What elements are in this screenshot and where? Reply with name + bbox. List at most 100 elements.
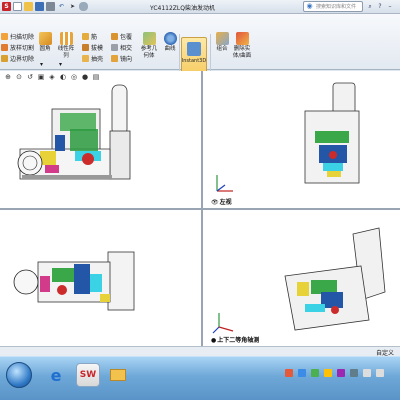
new-document-icon[interactable] [13,2,22,11]
wrap-icon [111,32,118,40]
mirror-icon [111,54,118,62]
linear-pattern-button[interactable]: 线性阵 列 [54,32,78,60]
view-name: 左视 [219,199,232,206]
tray-icon[interactable] [324,369,332,377]
help-buttons: ⌕ ? – [366,2,394,11]
view-orientation-icon[interactable]: ◈ [48,73,56,81]
zoom-area-icon[interactable]: ⊙ [15,73,23,81]
appearance-icon[interactable]: ● [81,73,89,81]
fillet-dropdown-icon[interactable]: ▾ [40,61,43,68]
sweep-cut-icon [1,32,8,40]
combine-label: 组合 [216,46,228,52]
network-icon[interactable] [363,369,371,377]
intersect-icon [111,43,118,51]
sweep-cut-button[interactable]: 扫描切除 [1,31,34,41]
delete-body-button[interactable]: 删除实 体/曲面 [230,32,254,60]
engine-model-top [13,251,135,311]
options-icon[interactable] [79,2,88,11]
open-folder-icon[interactable] [24,2,33,11]
minimize-icon[interactable]: – [386,2,394,11]
search-icon: ◉ [306,2,313,10]
view-toolbar: ⊕ ⊙ ↺ ▣ ◈ ◐ ◎ ● ▤ [4,72,100,82]
system-tray [285,369,384,377]
print-icon[interactable] [46,2,55,11]
curves-icon [163,32,177,45]
select-arrow-icon[interactable]: ➤ [68,2,77,11]
volume-icon[interactable] [376,369,384,377]
ribbon-dropdowns: ▾ ▾ [40,59,62,69]
zoom-fit-icon[interactable]: ⊕ [4,73,12,81]
tray-icon[interactable] [298,369,306,377]
search-box[interactable]: ◉ 搜索知识库和文件 [303,1,363,12]
instant3d-label: Instant3D [181,58,207,64]
boundary-cut-button[interactable]: 边界切除 [1,53,34,63]
solidworks-logo-icon[interactable]: S [2,2,11,11]
fillet-label: 圆角 [39,46,51,52]
solidworks-taskbar-icon[interactable]: SW [76,363,100,387]
linear-pattern-icon [59,32,73,45]
tray-icon[interactable] [311,369,319,377]
mirror-label: 镜向 [120,55,133,63]
axis-triad [212,313,234,334]
windows-start-orb[interactable] [6,362,32,388]
tray-icon[interactable] [350,369,358,377]
rib-button[interactable]: 筋 [82,31,97,41]
window-title: YC4112ZLQ柴油发动机 [150,5,215,12]
reference-geometry-label: 参考几 何体 [140,46,158,59]
undo-icon[interactable]: ↶ [57,2,66,11]
reference-geometry-icon [142,32,156,45]
shell-icon [82,54,89,62]
view-label: ●上下二等角轴测 [211,335,259,344]
wrap-button[interactable]: 包覆 [111,31,132,41]
tray-icon[interactable] [337,369,345,377]
viewport-splitter-horizontal[interactable] [0,208,400,210]
mirror-button[interactable]: 镜向 [111,53,132,63]
title-bar: S ↶ ➤ YC4112ZLQ柴油发动机 ◉ 搜索知识库和文件 ⌕ ? – [0,0,400,14]
save-icon[interactable] [35,2,44,11]
loft-cut-label: 放样切割 [10,44,35,52]
viewport-left[interactable]: 👁左视 [203,71,400,208]
pattern-dropdown-icon[interactable]: ▾ [59,61,62,68]
help-icon[interactable]: ? [376,2,384,11]
view-label: 👁左视 [211,197,232,206]
display-style-icon[interactable]: ◐ [59,73,67,81]
viewport-trimetric[interactable]: ●上下二等角轴测 [203,210,400,346]
command-manager-ribbon: 扫描切除 放样切割 边界切除 圆角 线性阵 列 ▾ ▾ 筋 拔模 抽壳 包覆 相… [0,14,400,79]
delete-body-icon [235,32,249,45]
draft-label: 拔模 [91,44,104,52]
search-placeholder: 搜索知识库和文件 [316,4,357,10]
loft-cut-button[interactable]: 放样切割 [1,42,34,52]
eye-icon: 👁 [211,199,219,206]
taskbar: e SW [0,356,400,400]
shell-button[interactable]: 抽壳 [82,53,103,63]
windows-explorer-icon[interactable] [106,363,130,387]
tray-icon[interactable] [285,369,293,377]
viewport-front[interactable]: ⊕ ⊙ ↺ ▣ ◈ ◐ ◎ ● ▤ [0,71,201,208]
delete-body-label: 删除实 体/曲面 [232,46,252,59]
draft-button[interactable]: 拔模 [82,42,103,52]
intersect-label: 相交 [120,44,133,52]
viewport-top[interactable] [0,210,201,346]
draft-icon [82,43,89,51]
status-bar: 自定义 [0,346,400,357]
rib-icon [82,32,89,40]
curves-label: 曲线 [164,46,176,52]
section-view-icon[interactable]: ▣ [37,73,45,81]
intersect-button[interactable]: 相交 [111,42,132,52]
fillet-icon [38,32,52,45]
instant3d-icon [187,42,201,56]
quick-access-toolbar: S ↶ ➤ [2,2,88,12]
engine-model-front [17,84,131,180]
combine-icon [215,32,229,45]
boundary-cut-label: 边界切除 [10,55,35,63]
eye-icon: ● [211,337,217,344]
hide-show-icon[interactable]: ◎ [70,73,78,81]
previous-view-icon[interactable]: ↺ [26,73,34,81]
internet-explorer-icon[interactable]: e [44,363,68,387]
scene-icon[interactable]: ▤ [92,73,100,81]
wrap-label: 包覆 [120,33,133,41]
axis-triad [216,175,233,192]
loft-cut-icon [1,43,8,51]
view-name: 上下二等角轴测 [217,337,260,344]
search-go-icon[interactable]: ⌕ [366,2,374,11]
